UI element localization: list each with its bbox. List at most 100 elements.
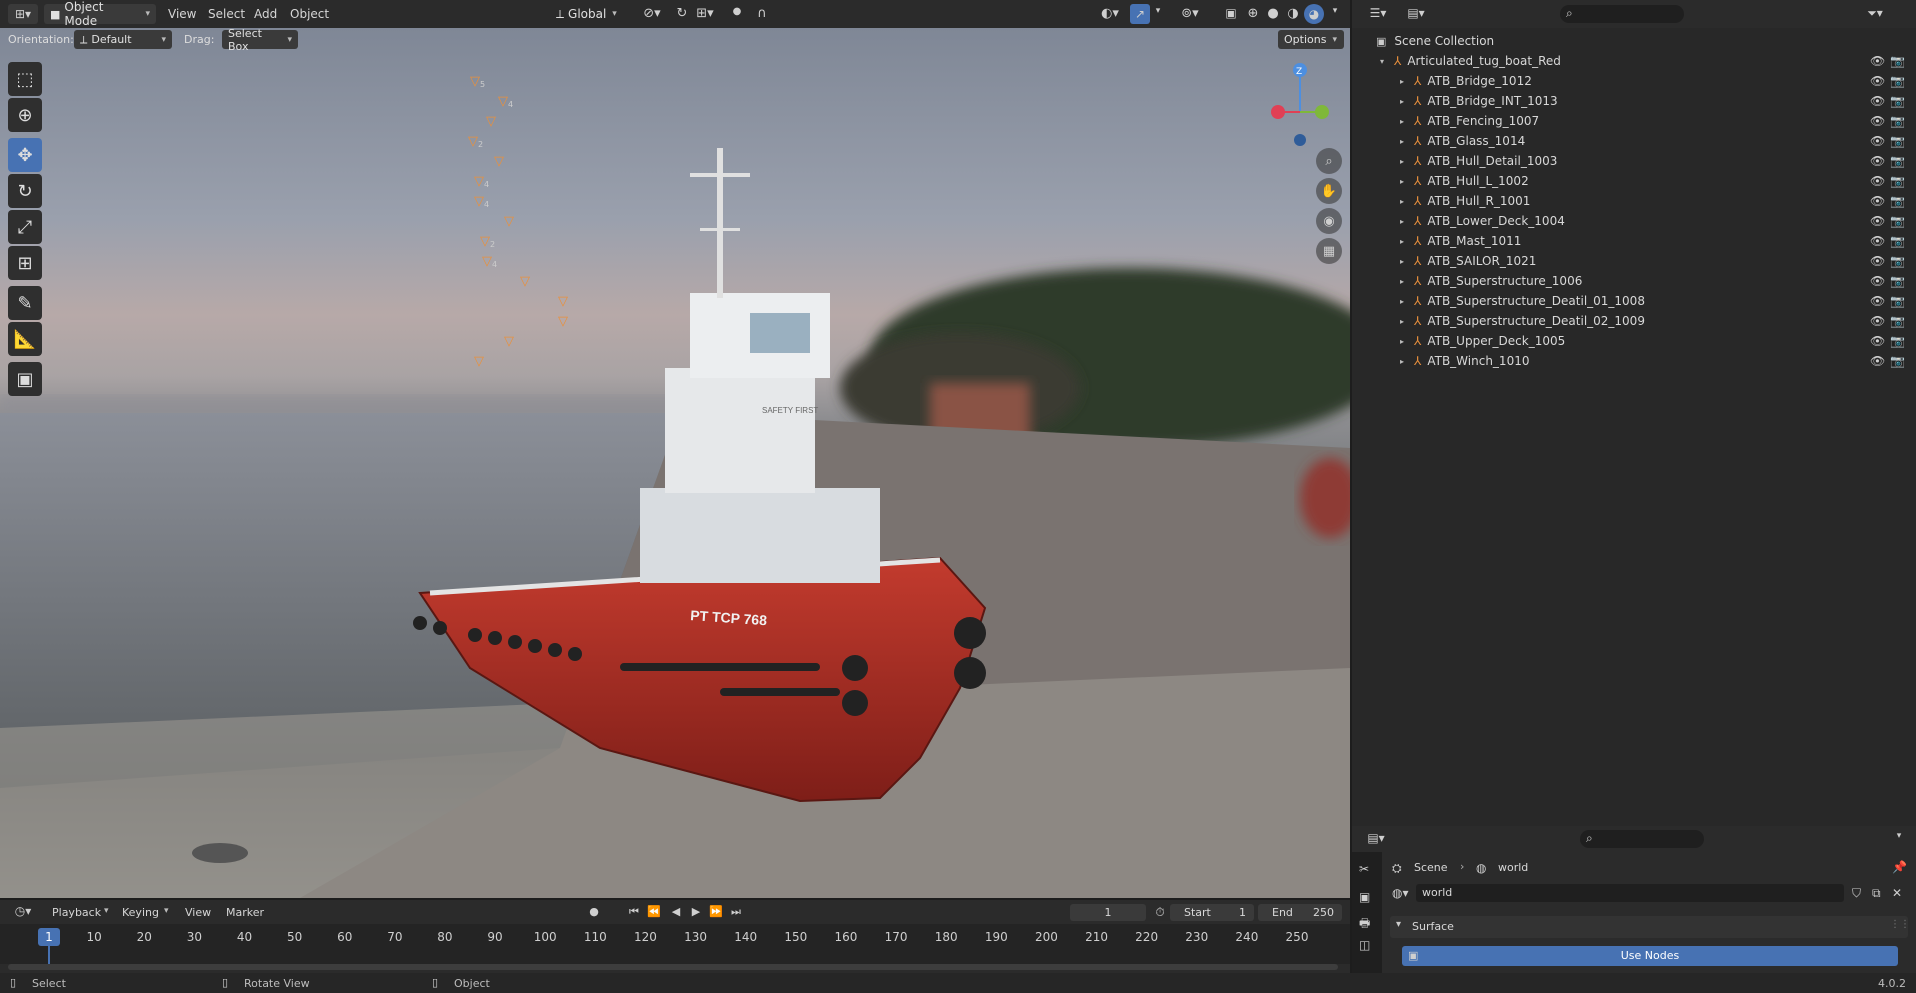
mesh-data-icon[interactable]: ▽4 — [474, 194, 489, 209]
outliner-search[interactable]: ⌕ — [1560, 5, 1684, 23]
rendered-shading-icon[interactable]: ◕ — [1304, 4, 1324, 24]
rotate-icon[interactable]: ↻ — [8, 174, 42, 208]
expand-icon[interactable]: ▸ — [1396, 237, 1408, 246]
surface-panel-header[interactable]: ▾ Surface ⋮⋮ — [1390, 916, 1910, 938]
menu-view[interactable]: View — [168, 7, 196, 21]
expand-icon[interactable]: ▸ — [1396, 97, 1408, 106]
eye-icon[interactable]: 👁 — [1870, 54, 1885, 68]
timeline-editor-icon[interactable]: ◷▾ — [10, 904, 36, 918]
tool-tab-icon[interactable]: ✂ — [1359, 862, 1369, 876]
eye-icon[interactable]: 👁 — [1870, 134, 1885, 148]
axis-negz-handle[interactable] — [1294, 134, 1306, 146]
editor-type-icon[interactable]: ⊞▾ — [8, 4, 38, 24]
mesh-data-icon[interactable]: ▽ — [520, 274, 530, 289]
collection-row[interactable]: ▾ ⅄ Articulated_tug_boat_Red 👁 📷 — [1352, 51, 1916, 71]
expand-icon[interactable]: ▸ — [1396, 217, 1408, 226]
render-camera-icon[interactable]: 📷 — [1890, 294, 1905, 308]
material-shading-icon[interactable]: ◑ — [1284, 6, 1302, 21]
render-camera-icon[interactable]: 📷 — [1890, 74, 1905, 88]
playback-menu[interactable]: Playback — [52, 906, 101, 919]
play-icon[interactable]: ▶ — [688, 905, 704, 918]
proportional-edit-icon[interactable]: ● — [728, 6, 746, 17]
keying-menu[interactable]: Keying — [122, 906, 159, 919]
render-camera-icon[interactable]: 📷 — [1890, 334, 1905, 348]
properties-search[interactable]: ⌕ — [1580, 830, 1704, 848]
mesh-data-icon[interactable]: ▽ — [494, 154, 504, 169]
outliner-row[interactable]: ▸ ⅄ ATB_Hull_Detail_1003 ▽ 👁 📷 — [494, 151, 1916, 171]
transform-orientation-dropdown[interactable]: ⟂ Global ▾ — [550, 4, 630, 24]
timeline-scrollbar[interactable] — [8, 964, 1338, 970]
expand-icon[interactable]: ▸ — [1396, 297, 1408, 306]
outliner-row[interactable]: ▸ ⅄ ATB_Hull_L_1002 ▽4 👁 📷 — [474, 171, 1916, 191]
properties-editor-icon[interactable]: ▤▾ — [1362, 831, 1390, 845]
mesh-data-icon[interactable]: ▽ — [558, 314, 568, 329]
outliner-row[interactable]: ▸ ⅄ ATB_Fencing_1007 ▽ 👁 📷 — [486, 111, 1916, 131]
ortho-grid-icon[interactable]: ▦ — [1316, 238, 1342, 264]
snap-target-icon[interactable]: ⊞▾ — [692, 6, 718, 21]
move-icon[interactable]: ✥ — [8, 138, 42, 172]
visibility-filter-icon[interactable]: ◐▾ — [1096, 6, 1124, 21]
snap-icon[interactable]: ↻ — [672, 6, 692, 21]
render-camera-icon[interactable]: 📷 — [1890, 214, 1905, 228]
overlay-icon[interactable]: ⊚▾ — [1176, 6, 1204, 21]
record-icon[interactable]: ● — [586, 905, 602, 918]
add-cube-icon[interactable]: ▣ — [8, 362, 42, 396]
render-camera-icon[interactable]: 📷 — [1890, 354, 1905, 368]
end-frame-field[interactable]: End 250 — [1258, 904, 1342, 921]
orientation-dropdown[interactable]: ⟂ Default ▾ — [74, 30, 172, 49]
menu-select[interactable]: Select — [208, 7, 245, 21]
expand-icon[interactable]: ▸ — [1396, 337, 1408, 346]
eye-icon[interactable]: 👁 — [1870, 174, 1885, 188]
filter-icon[interactable]: ⏷▾ — [1860, 6, 1890, 21]
mesh-data-icon[interactable]: ▽ — [558, 294, 568, 309]
zoom-icon[interactable]: ⌕ — [1316, 148, 1342, 174]
mesh-data-icon[interactable]: ▽ — [474, 354, 484, 369]
outliner-row[interactable]: ▸ ⅄ ATB_Bridge_INT_1013 ▽4 👁 📷 — [498, 91, 1916, 111]
cursor-icon[interactable]: ⊕ — [8, 98, 42, 132]
scale-icon[interactable]: ⤢ — [8, 210, 42, 244]
annotate-icon[interactable]: ✎ — [8, 286, 42, 320]
outliner-row[interactable]: ▸ ⅄ ATB_Mast_1011 ▽2 👁 📷 — [480, 231, 1916, 251]
eye-icon[interactable]: 👁 — [1870, 334, 1885, 348]
expand-icon[interactable]: ▸ — [1396, 277, 1408, 286]
current-frame-field[interactable]: 1 — [1070, 904, 1146, 921]
duplicate-icon[interactable]: ⧉ — [1872, 886, 1881, 901]
jump-end-icon[interactable]: ⏭ — [728, 905, 744, 919]
render-camera-icon[interactable]: 📷 — [1890, 314, 1905, 328]
mode-dropdown[interactable]: ■ Object Mode ▾ — [44, 0, 156, 28]
mesh-data-icon[interactable]: ▽ — [486, 114, 496, 129]
expand-icon[interactable]: ▸ — [1396, 77, 1408, 86]
eye-icon[interactable]: 👁 — [1870, 274, 1885, 288]
render-camera-icon[interactable]: 📷 — [1890, 94, 1905, 108]
pin-icon[interactable]: 📌 — [1892, 860, 1907, 874]
expand-icon[interactable]: ▸ — [1396, 357, 1408, 366]
render-camera-icon[interactable]: 📷 — [1890, 114, 1905, 128]
menu-object[interactable]: Object — [290, 7, 329, 21]
start-frame-field[interactable]: Start 1 — [1170, 904, 1254, 921]
gizmo-toggle-icon[interactable]: ↗ — [1130, 4, 1150, 24]
eye-icon[interactable]: 👁 — [1870, 194, 1885, 208]
mesh-data-icon[interactable]: ▽2 — [480, 234, 495, 249]
axis-x-handle[interactable] — [1271, 105, 1285, 119]
select-box-icon[interactable]: ⬚ — [8, 62, 42, 96]
expand-icon[interactable]: ▸ — [1396, 197, 1408, 206]
render-camera-icon[interactable]: 📷 — [1890, 54, 1905, 68]
expand-icon[interactable]: ▸ — [1396, 137, 1408, 146]
wireframe-shading-icon[interactable]: ⊕ — [1244, 6, 1262, 21]
breadcrumb-world[interactable]: world — [1498, 861, 1528, 874]
prev-keyframe-icon[interactable]: ⏪ — [646, 905, 662, 918]
next-keyframe-icon[interactable]: ⏩ — [708, 905, 724, 918]
render-camera-icon[interactable]: 📷 — [1890, 194, 1905, 208]
camera-view-icon[interactable]: ◉ — [1316, 208, 1342, 234]
drag-handle-icon[interactable]: ⋮⋮ — [1890, 919, 1910, 930]
mesh-data-icon[interactable]: ▽ — [504, 214, 514, 229]
stopwatch-icon[interactable]: ⏱ — [1152, 905, 1168, 920]
world-name-field[interactable]: world — [1416, 884, 1844, 902]
outliner-row[interactable]: ▸ ⅄ ATB_Glass_1014 ▽2 👁 📷 — [468, 131, 1916, 151]
xray-icon[interactable]: ▣ — [1222, 6, 1240, 20]
scene-collection-row[interactable]: ▣ Scene Collection — [1352, 31, 1916, 51]
eye-icon[interactable]: 👁 — [1870, 254, 1885, 268]
outliner-row[interactable]: ▸ ⅄ ATB_Superstructure_Deatil_01_1008 ▽ 👁 📷 — [558, 291, 1916, 311]
outliner-row[interactable]: ▸ ⅄ ATB_SAILOR_1021 ▽4 👁 📷 — [482, 251, 1916, 271]
outliner-row[interactable]: ▸ ⅄ ATB_Lower_Deck_1004 ▽ 👁 📷 — [504, 211, 1916, 231]
